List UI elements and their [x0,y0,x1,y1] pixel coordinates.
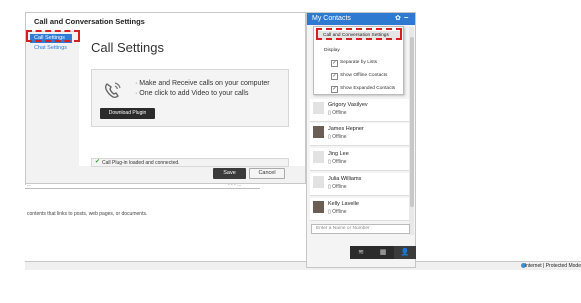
calendar-icon[interactable]: ▦ [372,246,394,259]
contact-status: ▯ Offline [328,159,347,165]
check-icon: ✔ [95,159,101,165]
contacts-icon[interactable]: 👤 [394,246,416,259]
option-label: Show Offline Contacts [340,73,388,78]
avatar [313,102,324,114]
contact-status-text: Offline [332,159,347,165]
contact-status-text: Offline [332,184,347,190]
checkbox[interactable]: ✓ [331,86,338,93]
background-page [25,185,306,265]
download-plugin-button[interactable]: Download Plugin [100,108,155,119]
contacts-toolbar: ≋ ▦ 👤 [350,246,416,259]
nav-chat-settings[interactable]: Chat Settings [34,45,67,51]
option-label: Show Expanded Contacts [340,86,396,91]
contact-name: Kelly Lavelle [328,201,359,207]
contact-item[interactable]: Grigory Vasilyev ▯ Offline [310,99,409,122]
plugin-status-row: ✔ Call Plug-in loaded and connected. [91,158,289,167]
browser-status-bar: Internet | Protected Mode [25,261,581,270]
contact-status-text: Offline [332,134,347,140]
contact-item[interactable]: James Hepner ▯ Offline [310,123,409,146]
option-label: Separate by Lists [340,60,378,65]
page-body-text: contents that links to posts, web pages,… [27,211,148,217]
avatar [313,201,324,213]
checkbox[interactable]: ✓ [331,60,338,67]
avatar [313,126,324,138]
promo-line-1: · Make and Receive calls on your compute… [135,80,270,87]
contact-status: ▯ Offline [328,184,347,190]
avatar [313,151,324,163]
contact-item[interactable]: Julia Williams ▯ Offline [310,173,409,196]
contact-status: ▯ Offline [328,209,347,215]
contact-item[interactable]: Jing Lee ▯ Offline [310,148,409,171]
call-settings-panel: Call Settings · Make and Receive calls o… [79,31,305,167]
call-plugin-promo: · Make and Receive calls on your compute… [91,69,289,127]
cancel-button[interactable]: Cancel [249,168,285,179]
highlight-box [26,30,80,42]
contact-name: Grigory Vasilyev [328,102,368,108]
contact-status: ▯ Offline [328,134,347,140]
contact-status-text: Offline [332,110,347,116]
dropdown-section-display: Display [324,48,340,53]
contact-name: Jing Lee [328,151,349,157]
scrollbar-thumb[interactable] [410,37,414,207]
contact-status: ▯ Offline [328,110,347,116]
phone-icon [104,82,121,99]
promo-line-2: · One click to add Video to your calls [135,90,249,97]
avatar [313,176,324,188]
contact-status-text: Offline [332,209,347,215]
contacts-title: My Contacts [312,15,351,22]
checkbox[interactable]: ✓ [331,73,338,80]
list-view-icon[interactable]: ≋ [350,246,372,259]
panel-heading: Call Settings [91,40,164,55]
plugin-status-message: Call Plug-in loaded and connected. [102,160,180,166]
save-button[interactable]: Save [213,168,246,179]
minimize-icon[interactable]: – [404,13,408,22]
settings-title: Call and Conversation Settings [34,17,145,26]
contacts-header: My Contacts ✿ – [307,13,415,25]
page-separator [25,188,260,189]
highlight-box [316,28,402,40]
contact-search-input[interactable]: Enter a Name or Number [311,224,410,234]
contact-item[interactable]: Kelly Lavelle ▯ Offline [310,198,409,221]
contact-name: James Hepner [328,126,364,132]
security-zone-text: Internet | Protected Mode [524,263,581,269]
gear-icon[interactable]: ✿ [395,14,401,22]
contact-name: Julia Williams [328,176,362,182]
